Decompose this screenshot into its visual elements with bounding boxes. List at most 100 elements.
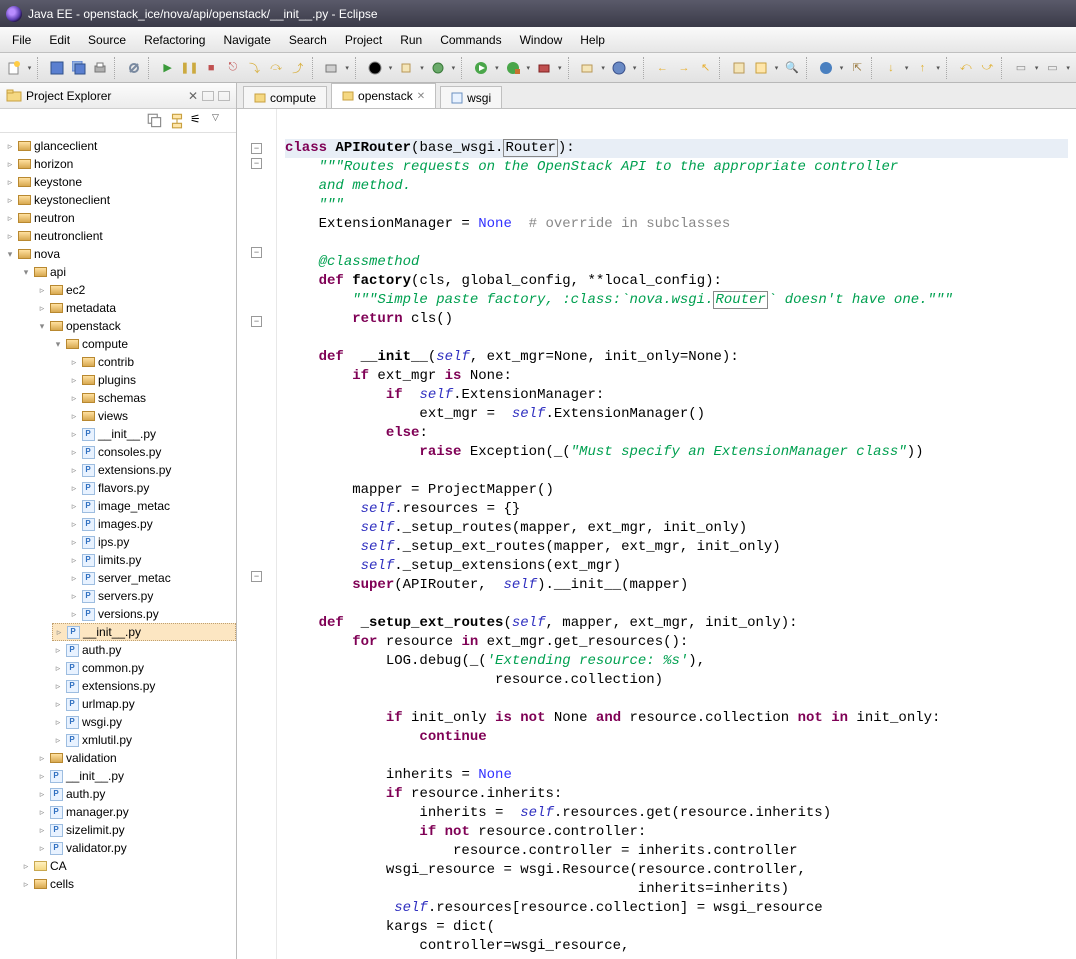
tree-item[interactable]: ▹P__init__.py (36, 767, 236, 785)
resume-button[interactable]: ▶ (158, 58, 178, 78)
new-package-button[interactable] (578, 58, 598, 78)
dropdown-icon[interactable]: ▾ (934, 64, 942, 72)
pause-button[interactable]: ❚❚ (179, 58, 199, 78)
tree-item[interactable]: ▹P__init__.py (68, 425, 236, 443)
view-close-icon[interactable]: ✕ (188, 89, 198, 103)
tree-arrow-icon[interactable]: ▹ (52, 645, 64, 656)
fold-icon[interactable]: − (251, 247, 262, 258)
tree-arrow-icon[interactable]: ▹ (68, 537, 80, 548)
search-button[interactable]: 🔍 (782, 58, 802, 78)
tree-arrow-icon[interactable]: ▹ (68, 591, 80, 602)
step-return-button[interactable]: ⤴ (288, 58, 308, 78)
menu-search[interactable]: Search (281, 30, 335, 50)
tree-arrow-icon[interactable]: ▹ (36, 285, 48, 296)
skip-breakpoints-button[interactable] (124, 58, 144, 78)
tree-item[interactable]: ▹Pextensions.py (52, 677, 236, 695)
tree-arrow-icon[interactable]: ▹ (4, 141, 16, 152)
tree-item[interactable]: ▹CA (20, 857, 236, 875)
fold-icon[interactable]: − (251, 316, 262, 327)
tree-item[interactable]: ▹P__init__.py (52, 623, 236, 641)
new-class-button[interactable] (609, 58, 629, 78)
view-menu-icon[interactable]: ▽ (212, 112, 230, 130)
tree-item[interactable]: ▹views (68, 407, 236, 425)
tree-arrow-icon[interactable]: ▹ (20, 879, 32, 890)
tree-arrow-icon[interactable]: ▹ (36, 753, 48, 764)
tree-arrow-icon[interactable]: ▹ (4, 195, 16, 206)
dropdown-icon[interactable]: ▾ (26, 64, 34, 72)
tree-item[interactable]: ▹Purlmap.py (52, 695, 236, 713)
step-into-button[interactable]: ⤵ (245, 58, 265, 78)
focus-task-icon[interactable]: ⚟ (190, 112, 208, 130)
project-tree[interactable]: ▹glanceclient▹horizon▹keystone▹keystonec… (0, 133, 236, 959)
tree-item[interactable]: ▹Pauth.py (36, 785, 236, 803)
tree-item[interactable]: ▹Pservers.py (68, 587, 236, 605)
step-over-button[interactable]: ⤼ (266, 58, 286, 78)
save-button[interactable] (47, 58, 67, 78)
tree-item[interactable]: ▹plugins (68, 371, 236, 389)
tree-item[interactable]: ▹ec2 (36, 281, 236, 299)
debug-button[interactable] (428, 58, 448, 78)
fold-icon[interactable]: − (251, 143, 262, 154)
tree-arrow-icon[interactable]: ▹ (68, 447, 80, 458)
tree-arrow-icon[interactable]: ▾ (36, 321, 48, 332)
collapse-all-icon[interactable] (146, 112, 164, 130)
tree-item[interactable]: ▾openstack (36, 317, 236, 335)
tree-item[interactable]: ▹Pextensions.py (68, 461, 236, 479)
tree-arrow-icon[interactable]: ▹ (4, 213, 16, 224)
tree-item[interactable]: ▹Pips.py (68, 533, 236, 551)
fold-icon[interactable]: − (251, 571, 262, 582)
tree-item[interactable]: ▹Pwsgi.py (52, 713, 236, 731)
menu-window[interactable]: Window (512, 30, 571, 50)
dropdown-icon[interactable]: ▾ (343, 64, 351, 72)
open-task-button[interactable] (751, 58, 771, 78)
tree-arrow-icon[interactable]: ▹ (36, 807, 48, 818)
zoom-button[interactable]: ▭ (1011, 58, 1031, 78)
new-button[interactable] (4, 58, 24, 78)
tree-arrow-icon[interactable]: ▹ (68, 519, 80, 530)
tree-arrow-icon[interactable]: ▹ (68, 555, 80, 566)
tree-arrow-icon[interactable]: ▹ (36, 771, 48, 782)
tree-arrow-icon[interactable]: ▹ (52, 699, 64, 710)
tree-arrow-icon[interactable]: ▹ (68, 573, 80, 584)
tree-arrow-icon[interactable]: ▹ (68, 465, 80, 476)
menu-run[interactable]: Run (392, 30, 430, 50)
menu-help[interactable]: Help (572, 30, 613, 50)
web-browser-button[interactable] (816, 58, 836, 78)
tree-item[interactable]: ▹schemas (68, 389, 236, 407)
menu-navigate[interactable]: Navigate (215, 30, 278, 50)
tree-arrow-icon[interactable]: ▹ (68, 501, 80, 512)
tree-item[interactable]: ▹Pxmlutil.py (52, 731, 236, 749)
menu-edit[interactable]: Edit (41, 30, 78, 50)
tree-item[interactable]: ▹neutron (4, 209, 236, 227)
tree-item[interactable]: ▹Pimage_metac (68, 497, 236, 515)
new-server-button[interactable] (322, 58, 342, 78)
tree-arrow-icon[interactable]: ▹ (20, 861, 32, 872)
tree-arrow-icon[interactable]: ▾ (4, 249, 16, 260)
run-button[interactable] (471, 58, 491, 78)
tree-arrow-icon[interactable]: ▹ (52, 681, 64, 692)
tree-arrow-icon[interactable]: ▹ (36, 825, 48, 836)
dropdown-icon[interactable]: ▾ (387, 64, 395, 72)
menu-file[interactable]: File (4, 30, 39, 50)
menu-project[interactable]: Project (337, 30, 390, 50)
code-content[interactable]: class APIRouter(base_wsgi.Router): """Ro… (277, 109, 1076, 959)
save-all-button[interactable] (69, 58, 89, 78)
tree-item[interactable]: ▹Pversions.py (68, 605, 236, 623)
dropdown-icon[interactable]: ▾ (450, 64, 458, 72)
tree-arrow-icon[interactable]: ▾ (52, 339, 64, 350)
open-type-button[interactable] (729, 58, 749, 78)
tree-item[interactable]: ▹Pserver_metac (68, 569, 236, 587)
tree-item[interactable]: ▹metadata (36, 299, 236, 317)
tab-openstack[interactable]: openstack ✕ (331, 83, 436, 108)
tree-arrow-icon[interactable]: ▹ (4, 177, 16, 188)
tree-arrow-icon[interactable]: ▹ (68, 411, 80, 422)
tree-arrow-icon[interactable]: ▹ (68, 483, 80, 494)
tree-item[interactable]: ▹contrib (68, 353, 236, 371)
color-picker-button[interactable] (365, 58, 385, 78)
dropdown-icon[interactable]: ▾ (556, 64, 564, 72)
tree-item[interactable]: ▹Pvalidator.py (36, 839, 236, 857)
tree-item[interactable]: ▹horizon (4, 155, 236, 173)
code-editor[interactable]: − − − − − class APIRouter(base_wsgi.Rout… (237, 109, 1076, 959)
dropdown-icon[interactable]: ▾ (903, 64, 911, 72)
tab-wsgi[interactable]: wsgi (440, 86, 502, 108)
